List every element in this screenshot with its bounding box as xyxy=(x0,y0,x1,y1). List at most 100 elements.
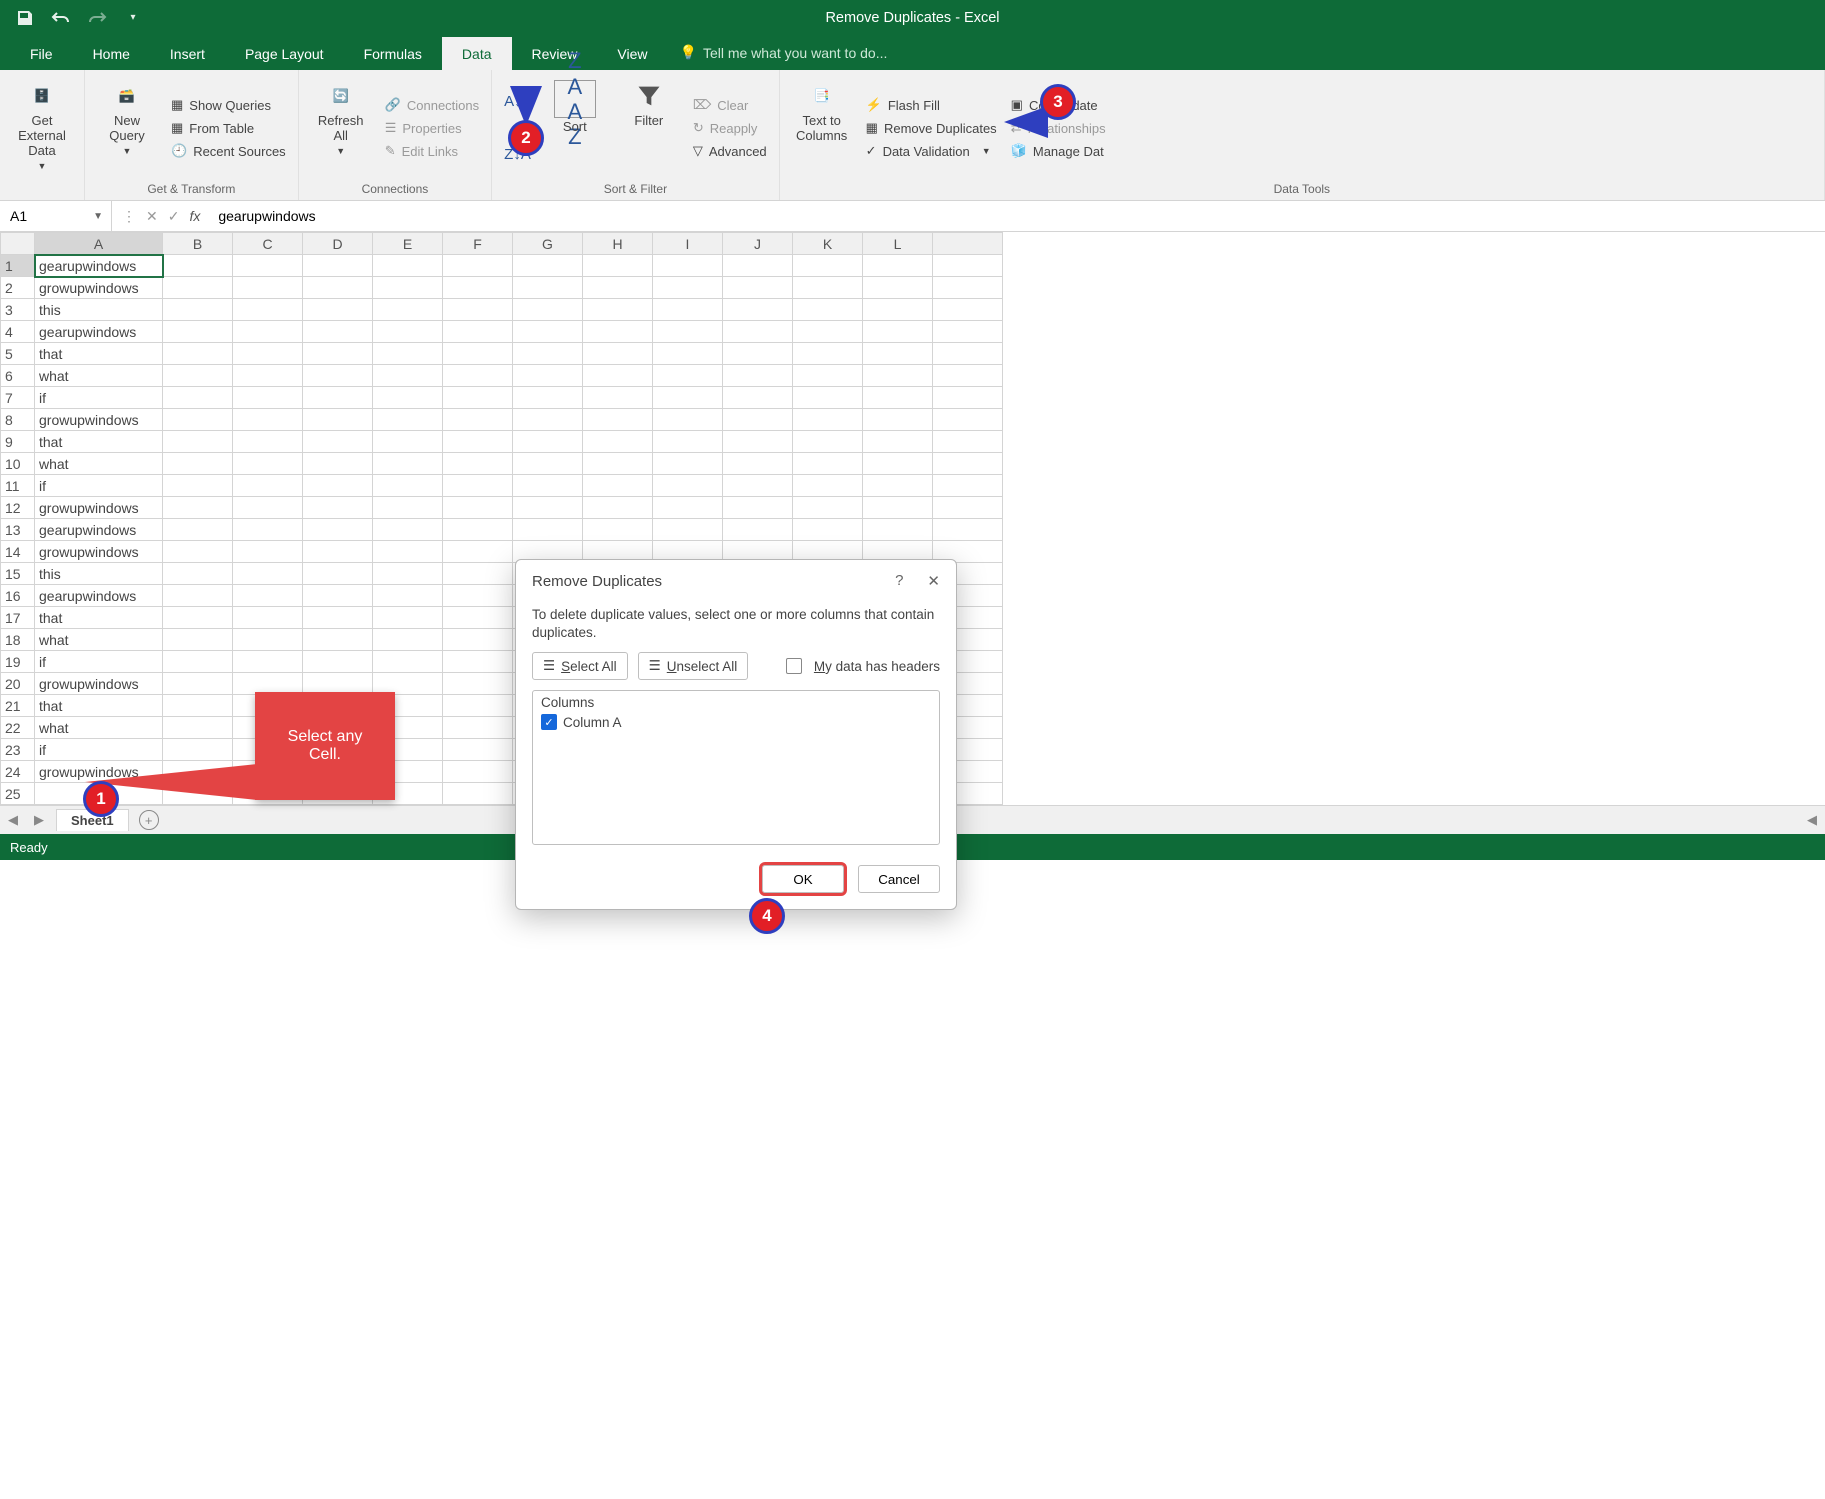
cell[interactable] xyxy=(653,387,723,409)
flash-fill-button[interactable]: ⚡Flash Fill xyxy=(862,95,1001,115)
cell[interactable] xyxy=(303,321,373,343)
cell[interactable] xyxy=(233,409,303,431)
dropdown-icon[interactable]: ▼ xyxy=(93,211,103,222)
cell[interactable] xyxy=(793,387,863,409)
cell[interactable] xyxy=(793,409,863,431)
row-header[interactable]: 23 xyxy=(1,739,35,761)
row-header[interactable]: 11 xyxy=(1,475,35,497)
add-sheet-button[interactable]: + xyxy=(139,810,159,830)
cell[interactable] xyxy=(373,585,443,607)
cell[interactable] xyxy=(373,321,443,343)
cell[interactable] xyxy=(653,475,723,497)
cell[interactable]: gearupwindows xyxy=(35,255,163,277)
cell[interactable] xyxy=(443,761,513,783)
cell[interactable] xyxy=(373,343,443,365)
cell[interactable] xyxy=(793,497,863,519)
cell[interactable] xyxy=(233,321,303,343)
cell[interactable]: that xyxy=(35,695,163,717)
row-header[interactable]: 2 xyxy=(1,277,35,299)
cell[interactable] xyxy=(443,541,513,563)
cell[interactable] xyxy=(653,431,723,453)
cell[interactable] xyxy=(163,299,233,321)
cell[interactable] xyxy=(443,651,513,673)
cell[interactable] xyxy=(723,519,793,541)
select-all-corner[interactable] xyxy=(1,233,35,255)
cell[interactable]: that xyxy=(35,431,163,453)
cell[interactable] xyxy=(863,497,933,519)
cell[interactable] xyxy=(163,563,233,585)
cell[interactable] xyxy=(233,453,303,475)
cell[interactable] xyxy=(163,387,233,409)
cell[interactable] xyxy=(583,387,653,409)
cell[interactable] xyxy=(163,651,233,673)
select-all-button[interactable]: ☰SSelect Allelect All xyxy=(532,652,628,680)
cell[interactable] xyxy=(163,497,233,519)
cell[interactable] xyxy=(933,343,1003,365)
col-header[interactable] xyxy=(933,233,1003,255)
cell[interactable] xyxy=(163,585,233,607)
cell[interactable] xyxy=(303,607,373,629)
refresh-all-button[interactable]: 🔄 Refresh All ▼ xyxy=(307,76,375,180)
cell[interactable] xyxy=(583,255,653,277)
cancel-icon[interactable]: ✕ xyxy=(146,208,158,225)
tab-formulas[interactable]: Formulas xyxy=(344,37,442,70)
cell[interactable] xyxy=(933,431,1003,453)
cell[interactable] xyxy=(513,453,583,475)
cell[interactable] xyxy=(513,277,583,299)
formula-input[interactable] xyxy=(210,208,1825,224)
row-header[interactable]: 13 xyxy=(1,519,35,541)
cell[interactable] xyxy=(303,277,373,299)
col-header[interactable]: G xyxy=(513,233,583,255)
row-header[interactable]: 5 xyxy=(1,343,35,365)
tab-file[interactable]: File xyxy=(10,37,73,70)
cell[interactable] xyxy=(793,431,863,453)
cell[interactable] xyxy=(933,497,1003,519)
cell[interactable] xyxy=(233,651,303,673)
cell[interactable] xyxy=(233,343,303,365)
cell[interactable] xyxy=(863,409,933,431)
cell[interactable] xyxy=(373,563,443,585)
cell[interactable] xyxy=(863,321,933,343)
col-header[interactable]: L xyxy=(863,233,933,255)
cell[interactable] xyxy=(373,497,443,519)
tab-nav-next-icon[interactable]: ▶ xyxy=(26,812,52,828)
col-header[interactable]: D xyxy=(303,233,373,255)
col-header[interactable]: B xyxy=(163,233,233,255)
row-header[interactable]: 19 xyxy=(1,651,35,673)
get-external-data-button[interactable]: 🗄️ Get External Data ▼ xyxy=(8,76,76,180)
cell[interactable] xyxy=(443,321,513,343)
cell[interactable] xyxy=(793,321,863,343)
qat-customize-icon[interactable]: ▾ xyxy=(122,7,144,29)
cell[interactable] xyxy=(583,431,653,453)
cell[interactable]: what xyxy=(35,365,163,387)
cell[interactable] xyxy=(443,519,513,541)
cell[interactable] xyxy=(233,387,303,409)
cell[interactable]: what xyxy=(35,717,163,739)
cell[interactable] xyxy=(443,387,513,409)
remove-duplicates-button[interactable]: ▦Remove Duplicates xyxy=(862,118,1001,138)
cell[interactable] xyxy=(233,277,303,299)
row-header[interactable]: 25 xyxy=(1,783,35,805)
checkbox-icon[interactable]: ✓ xyxy=(541,714,557,730)
cell[interactable] xyxy=(653,277,723,299)
cell[interactable] xyxy=(933,321,1003,343)
cell[interactable] xyxy=(163,277,233,299)
cell[interactable] xyxy=(163,519,233,541)
data-validation-button[interactable]: ✓Data Validation▼ xyxy=(862,141,1001,161)
cell[interactable] xyxy=(303,431,373,453)
name-box-input[interactable] xyxy=(8,207,72,225)
filter-button[interactable]: Filter xyxy=(615,76,683,180)
cell[interactable] xyxy=(793,277,863,299)
cell[interactable] xyxy=(933,519,1003,541)
row-header[interactable]: 1 xyxy=(1,255,35,277)
cell[interactable] xyxy=(863,365,933,387)
cell[interactable] xyxy=(163,673,233,695)
cell[interactable]: if xyxy=(35,475,163,497)
cell[interactable] xyxy=(163,409,233,431)
cell[interactable] xyxy=(303,387,373,409)
hscroll-left-icon[interactable]: ◀ xyxy=(1799,812,1825,828)
cell[interactable]: if xyxy=(35,651,163,673)
col-header[interactable]: F xyxy=(443,233,513,255)
cell[interactable] xyxy=(723,321,793,343)
cell[interactable] xyxy=(233,475,303,497)
